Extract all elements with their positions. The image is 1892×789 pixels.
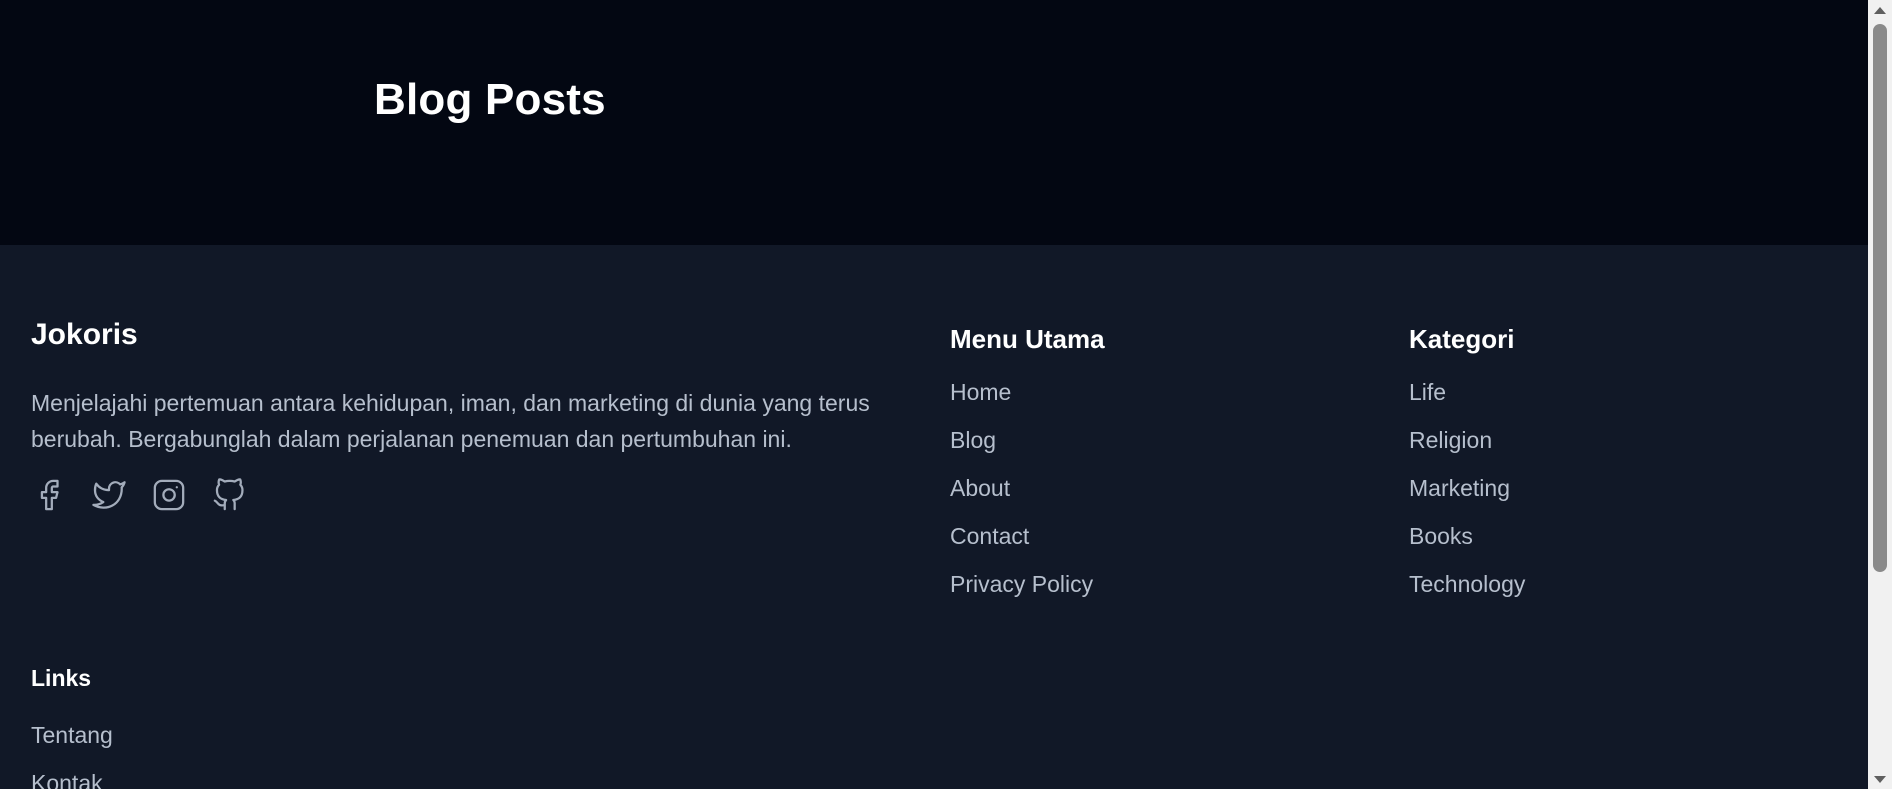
menu-utama-list: Home Blog About Contact Privacy Policy xyxy=(950,377,1105,599)
kategori-column: Kategori Life Religion Marketing Books T… xyxy=(1409,323,1525,617)
vertical-scrollbar[interactable] xyxy=(1868,0,1892,789)
menu-utama-title: Menu Utama xyxy=(950,324,1105,354)
scroll-down-arrow[interactable] xyxy=(1868,769,1892,789)
category-link-life[interactable]: Life xyxy=(1409,377,1525,407)
category-link-technology[interactable]: Technology xyxy=(1409,569,1525,599)
scroll-thumb[interactable] xyxy=(1873,24,1887,572)
category-link-marketing[interactable]: Marketing xyxy=(1409,473,1525,503)
links-list: Tentang Kontak xyxy=(31,720,113,789)
category-link-religion[interactable]: Religion xyxy=(1409,425,1525,455)
page-title: Blog Posts xyxy=(374,75,606,124)
scroll-up-arrow[interactable] xyxy=(1868,0,1892,20)
menu-link-privacy-policy[interactable]: Privacy Policy xyxy=(950,569,1105,599)
facebook-icon[interactable] xyxy=(31,477,67,513)
links-title: Links xyxy=(31,665,92,691)
menu-link-about[interactable]: About xyxy=(950,473,1105,503)
social-links xyxy=(31,477,247,513)
menu-utama-column: Menu Utama Home Blog About Contact Priva… xyxy=(950,323,1105,617)
footer-brand[interactable]: Jokoris xyxy=(31,317,138,353)
link-tentang[interactable]: Tentang xyxy=(31,720,113,750)
kategori-title: Kategori xyxy=(1409,324,1515,354)
hero-section: Blog Posts xyxy=(0,0,1868,245)
page: Blog Posts Jokoris Menjelajahi pertemuan… xyxy=(0,0,1892,789)
menu-link-contact[interactable]: Contact xyxy=(950,521,1105,551)
link-kontak[interactable]: Kontak xyxy=(31,768,113,789)
menu-link-home[interactable]: Home xyxy=(950,377,1105,407)
twitter-icon[interactable] xyxy=(91,477,127,513)
github-icon[interactable] xyxy=(211,477,247,513)
footer-description: Menjelajahi pertemuan antara kehidupan, … xyxy=(31,390,870,452)
menu-link-blog[interactable]: Blog xyxy=(950,425,1105,455)
instagram-icon[interactable] xyxy=(151,477,187,513)
site-footer: Jokoris Menjelajahi pertemuan antara keh… xyxy=(0,245,1868,789)
kategori-list: Life Religion Marketing Books Technology xyxy=(1409,377,1525,599)
category-link-books[interactable]: Books xyxy=(1409,521,1525,551)
